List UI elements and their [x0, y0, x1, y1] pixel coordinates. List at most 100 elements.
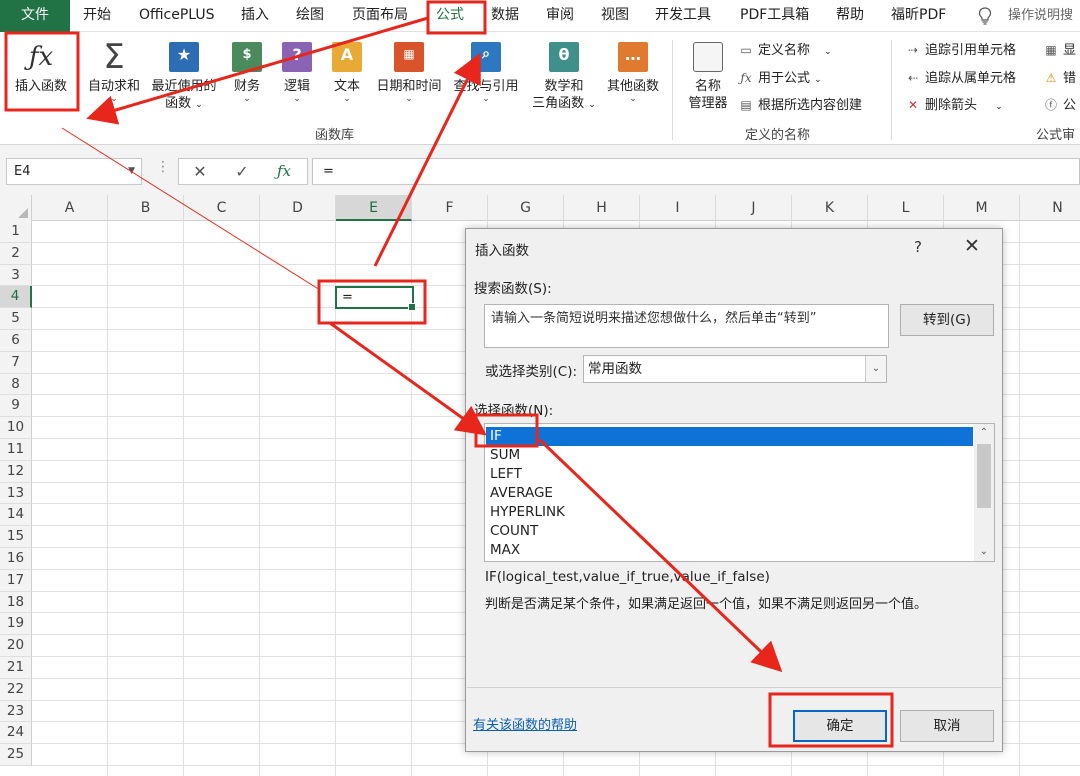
show-formulas-button[interactable]: ▦ 显 — [1042, 40, 1076, 60]
go-button[interactable]: 转到(G) — [900, 304, 994, 336]
row-header-15[interactable]: 15 — [0, 526, 32, 548]
tab-help[interactable]: 帮助 — [836, 0, 864, 32]
more-functions-button[interactable]: … 其他函数 ⌄ — [602, 42, 664, 104]
list-item-hyperlink[interactable]: HYPERLINK — [486, 503, 973, 522]
column-header-f[interactable]: F — [412, 195, 488, 221]
trace-dependents-button[interactable]: ⇠ 追踪从属单元格 — [904, 68, 1016, 88]
tell-me-search[interactable]: 操作说明搜 — [1008, 0, 1073, 32]
chevron-down-icon[interactable]: ▼ — [128, 159, 135, 184]
row-header-13[interactable]: 13 — [0, 482, 32, 505]
row-header-5[interactable]: 5 — [0, 308, 32, 330]
column-header-a[interactable]: A — [32, 195, 108, 221]
datetime-button[interactable]: ▦ 日期和时间 ⌄ — [373, 42, 445, 104]
text-button[interactable]: A 文本 ⌄ — [330, 42, 364, 104]
tab-formulas[interactable]: 公式 — [436, 0, 464, 32]
chevron-down-icon[interactable]: ⌄ — [865, 356, 886, 382]
tab-page-layout[interactable]: 页面布局 — [352, 0, 408, 32]
row-header-10[interactable]: 10 — [0, 417, 32, 439]
row-header-19[interactable]: 19 — [0, 613, 32, 636]
error-checking-button[interactable]: ⚠ 错 — [1042, 68, 1076, 88]
row-header-21[interactable]: 21 — [0, 657, 32, 679]
active-cell-e4[interactable]: = — [335, 286, 416, 311]
row-header-8[interactable]: 8 — [0, 373, 32, 396]
row-header-11[interactable]: 11 — [0, 439, 32, 461]
use-in-formula-button[interactable]: ƒx 用于公式 ⌄ — [737, 68, 821, 88]
remove-arrows-button[interactable]: ✕ 删除箭头 ⌄ — [904, 95, 1003, 115]
column-header-e[interactable]: E — [336, 195, 412, 221]
row-header-1[interactable]: 1 — [0, 221, 32, 243]
row-header-12[interactable]: 12 — [0, 460, 32, 483]
name-box[interactable]: E4 ▼ — [6, 158, 142, 185]
close-icon[interactable]: ✕ — [964, 235, 980, 257]
scroll-thumb[interactable] — [977, 444, 991, 508]
list-item-max[interactable]: MAX — [486, 541, 973, 560]
column-header-n[interactable]: N — [1020, 195, 1080, 221]
create-from-selection-button[interactable]: ▤ 根据所选内容创建 — [737, 95, 862, 115]
tab-data[interactable]: 数据 — [491, 0, 519, 32]
scroll-down-icon[interactable]: ⌄ — [974, 543, 994, 561]
row-header-14[interactable]: 14 — [0, 504, 32, 527]
confirm-entry-icon[interactable]: ✓ — [227, 159, 257, 184]
row-header-4[interactable]: 4 — [0, 286, 32, 309]
list-item-if[interactable]: IF — [486, 427, 973, 446]
row-header-9[interactable]: 9 — [0, 395, 32, 418]
trace-precedents-button[interactable]: ⇢ 追踪引用单元格 — [904, 40, 1016, 60]
tab-foxit-pdf[interactable]: 福昕PDF — [891, 0, 946, 32]
logical-button[interactable]: ? 逻辑 ⌄ — [280, 42, 314, 104]
tab-review[interactable]: 审阅 — [546, 0, 574, 32]
formula-input[interactable]: = — [312, 158, 1080, 185]
scroll-up-icon[interactable]: ⌃ — [974, 424, 994, 442]
row-header-2[interactable]: 2 — [0, 242, 32, 265]
category-select[interactable]: 常用函数 ⌄ — [583, 355, 887, 383]
list-item-average[interactable]: AVERAGE — [486, 484, 973, 503]
column-header-m[interactable]: M — [944, 195, 1020, 221]
search-function-input[interactable]: 请输入一条简短说明来描述您想做什么，然后单击“转到” — [484, 304, 889, 348]
row-header-22[interactable]: 22 — [0, 678, 32, 701]
tab-file[interactable]: 文件 — [0, 0, 70, 32]
fx-insert-icon[interactable]: ƒx — [269, 159, 299, 184]
insert-function-button[interactable]: ƒx 插入函数 — [10, 42, 72, 95]
row-header-6[interactable]: 6 — [0, 330, 32, 352]
column-header-j[interactable]: J — [716, 195, 792, 221]
name-manager-button[interactable]: 名称 管理器 — [683, 42, 733, 112]
tab-view[interactable]: 视图 — [601, 0, 629, 32]
list-item-left[interactable]: LEFT — [486, 465, 973, 484]
define-name-button[interactable]: ▭ 定义名称 ⌄ — [737, 40, 831, 60]
evaluate-formula-button[interactable]: ⓕ 公 — [1042, 95, 1076, 115]
column-header-d[interactable]: D — [260, 195, 336, 221]
row-header-18[interactable]: 18 — [0, 591, 32, 614]
lookup-button[interactable]: ⌕ 查找与引用 ⌄ — [450, 42, 522, 104]
tab-home[interactable]: 开始 — [83, 0, 111, 32]
function-list-scrollbar[interactable]: ⌃ ⌄ — [974, 424, 994, 561]
math-trig-button[interactable]: θ 数学和 三角函数 ⌄ — [530, 42, 598, 114]
autosum-button[interactable]: Σ 自动求和 ⌄ — [84, 40, 144, 104]
tab-insert[interactable]: 插入 — [241, 0, 269, 32]
row-header-17[interactable]: 17 — [0, 569, 32, 592]
cancel-entry-icon[interactable]: ✕ — [185, 159, 215, 184]
list-item-sum[interactable]: SUM — [486, 446, 973, 465]
column-header-l[interactable]: L — [868, 195, 944, 221]
tab-officeplus[interactable]: OfficePLUS — [139, 0, 215, 32]
financial-button[interactable]: $ 财务 ⌄ — [230, 42, 264, 104]
row-header-24[interactable]: 24 — [0, 722, 32, 745]
help-icon[interactable]: ? — [914, 238, 922, 256]
lightbulb-icon[interactable] — [978, 7, 992, 25]
row-header-20[interactable]: 20 — [0, 635, 32, 657]
tab-developer[interactable]: 开发工具 — [655, 0, 711, 32]
row-header-25[interactable]: 25 — [0, 744, 32, 766]
row-header-16[interactable]: 16 — [0, 548, 32, 570]
column-header-h[interactable]: H — [564, 195, 640, 221]
recently-used-button[interactable]: ★ 最近使用的 函数 ⌄ — [148, 42, 220, 114]
row-header-7[interactable]: 7 — [0, 351, 32, 374]
function-list[interactable]: IF SUM LEFT AVERAGE HYPERLINK COUNT MAX … — [484, 423, 995, 562]
ok-button[interactable]: 确定 — [793, 710, 887, 742]
column-header-g[interactable]: G — [488, 195, 564, 221]
function-help-link[interactable]: 有关该函数的帮助 — [473, 714, 577, 733]
row-header-3[interactable]: 3 — [0, 264, 32, 287]
row-header-23[interactable]: 23 — [0, 700, 32, 723]
column-header-b[interactable]: B — [108, 195, 184, 221]
tab-pdf-toolbox[interactable]: PDF工具箱 — [740, 0, 809, 32]
list-item-count[interactable]: COUNT — [486, 522, 973, 541]
column-header-c[interactable]: C — [184, 195, 260, 221]
cancel-button[interactable]: 取消 — [900, 710, 994, 742]
